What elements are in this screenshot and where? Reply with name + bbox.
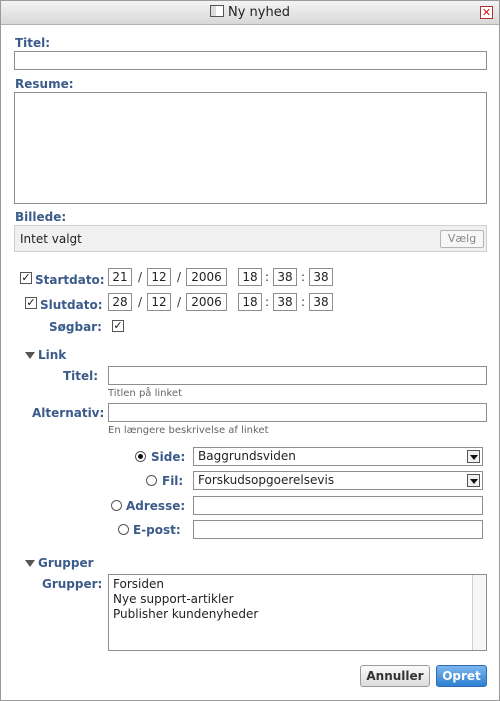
close-button[interactable]: ✕ xyxy=(480,6,493,19)
fil-select[interactable]: Forskudsopgoerelsevis xyxy=(193,471,483,490)
slutdato-day[interactable]: 28 xyxy=(108,293,132,311)
slutdato-second[interactable]: 38 xyxy=(309,293,333,311)
side-label: Side: xyxy=(151,450,186,464)
dropdown-arrow-icon[interactable] xyxy=(467,474,480,487)
fil-label: Fil: xyxy=(162,474,184,488)
billede-field: Intet valgt Vælg xyxy=(14,225,487,252)
link-section-header[interactable]: Link xyxy=(38,348,66,362)
epost-input[interactable] xyxy=(193,520,483,539)
dialog-window: Ny nyhed ✕ Titel: Resume: Billede: Intet… xyxy=(0,0,500,701)
date-separator: / xyxy=(138,295,143,309)
startdato-second[interactable]: 38 xyxy=(309,268,333,286)
choose-image-button[interactable]: Vælg xyxy=(440,230,484,248)
list-item[interactable]: Forsiden xyxy=(109,577,486,592)
startdato-hour[interactable]: 18 xyxy=(238,268,262,286)
link-titel-hint: Titlen på linket xyxy=(108,388,183,399)
list-scrollbar[interactable] xyxy=(472,575,486,650)
slutdato-checkbox[interactable]: ✓ xyxy=(25,297,37,309)
startdato-checkbox[interactable]: ✓ xyxy=(20,272,32,284)
epost-radio[interactable] xyxy=(118,524,129,535)
fil-select-value: Forskudsopgoerelsevis xyxy=(198,473,335,487)
adresse-input[interactable] xyxy=(193,496,483,515)
cancel-button[interactable]: Annuller xyxy=(360,665,430,687)
adresse-radio[interactable] xyxy=(111,500,122,511)
dropdown-arrow-icon[interactable] xyxy=(467,450,480,463)
grupper-label: Grupper: xyxy=(42,577,103,591)
billede-value: Intet valgt xyxy=(20,232,82,246)
side-select[interactable]: Baggrundsviden xyxy=(193,447,483,466)
slutdato-month[interactable]: 12 xyxy=(147,293,171,311)
resume-textarea[interactable] xyxy=(14,92,487,204)
titel-label: Titel: xyxy=(15,36,51,50)
fil-radio[interactable] xyxy=(146,475,157,486)
grupper-list[interactable]: Forsiden Nye support-artikler Publisher … xyxy=(108,574,487,651)
window-title: Ny nyhed xyxy=(228,5,290,20)
soegbar-label: Søgbar: xyxy=(49,320,102,334)
date-separator: / xyxy=(177,270,182,284)
billede-label: Billede: xyxy=(15,210,67,224)
startdato-month[interactable]: 12 xyxy=(147,268,171,286)
alternativ-hint: En længere beskrivelse af linket xyxy=(108,425,269,436)
time-separator: : xyxy=(301,270,306,284)
soegbar-checkbox[interactable]: ✓ xyxy=(112,320,124,332)
time-separator: : xyxy=(265,270,270,284)
slutdato-hour[interactable]: 18 xyxy=(238,293,262,311)
resume-label: Resume: xyxy=(15,77,74,91)
link-titel-input[interactable] xyxy=(108,366,487,385)
collapse-triangle-icon[interactable] xyxy=(25,352,35,359)
slutdato-year[interactable]: 2006 xyxy=(186,293,227,311)
epost-label: E-post: xyxy=(133,523,181,537)
grupper-section-header[interactable]: Grupper xyxy=(38,556,94,570)
time-separator: : xyxy=(265,295,270,309)
slutdato-label: Slutdato: xyxy=(40,298,103,312)
time-separator: : xyxy=(301,295,306,309)
link-titel-label: Titel: xyxy=(63,369,99,383)
title-bar: Ny nyhed ✕ xyxy=(1,1,499,25)
date-separator: / xyxy=(177,295,182,309)
startdato-year[interactable]: 2006 xyxy=(186,268,227,286)
date-separator: / xyxy=(138,270,143,284)
window-icon xyxy=(210,5,224,17)
startdato-day[interactable]: 21 xyxy=(108,268,132,286)
create-button[interactable]: Opret xyxy=(436,665,487,687)
startdato-minute[interactable]: 38 xyxy=(273,268,297,286)
collapse-triangle-icon[interactable] xyxy=(25,560,35,567)
slutdato-minute[interactable]: 38 xyxy=(273,293,297,311)
side-radio[interactable] xyxy=(135,451,146,462)
side-select-value: Baggrundsviden xyxy=(198,449,296,463)
list-item[interactable]: Publisher kundenyheder xyxy=(109,607,486,622)
alternativ-input[interactable] xyxy=(108,403,487,422)
adresse-label: Adresse: xyxy=(126,499,186,513)
startdato-label: Startdato: xyxy=(35,273,105,287)
titel-input[interactable] xyxy=(14,51,487,70)
alternativ-label: Alternativ: xyxy=(32,406,105,420)
list-item[interactable]: Nye support-artikler xyxy=(109,592,486,607)
